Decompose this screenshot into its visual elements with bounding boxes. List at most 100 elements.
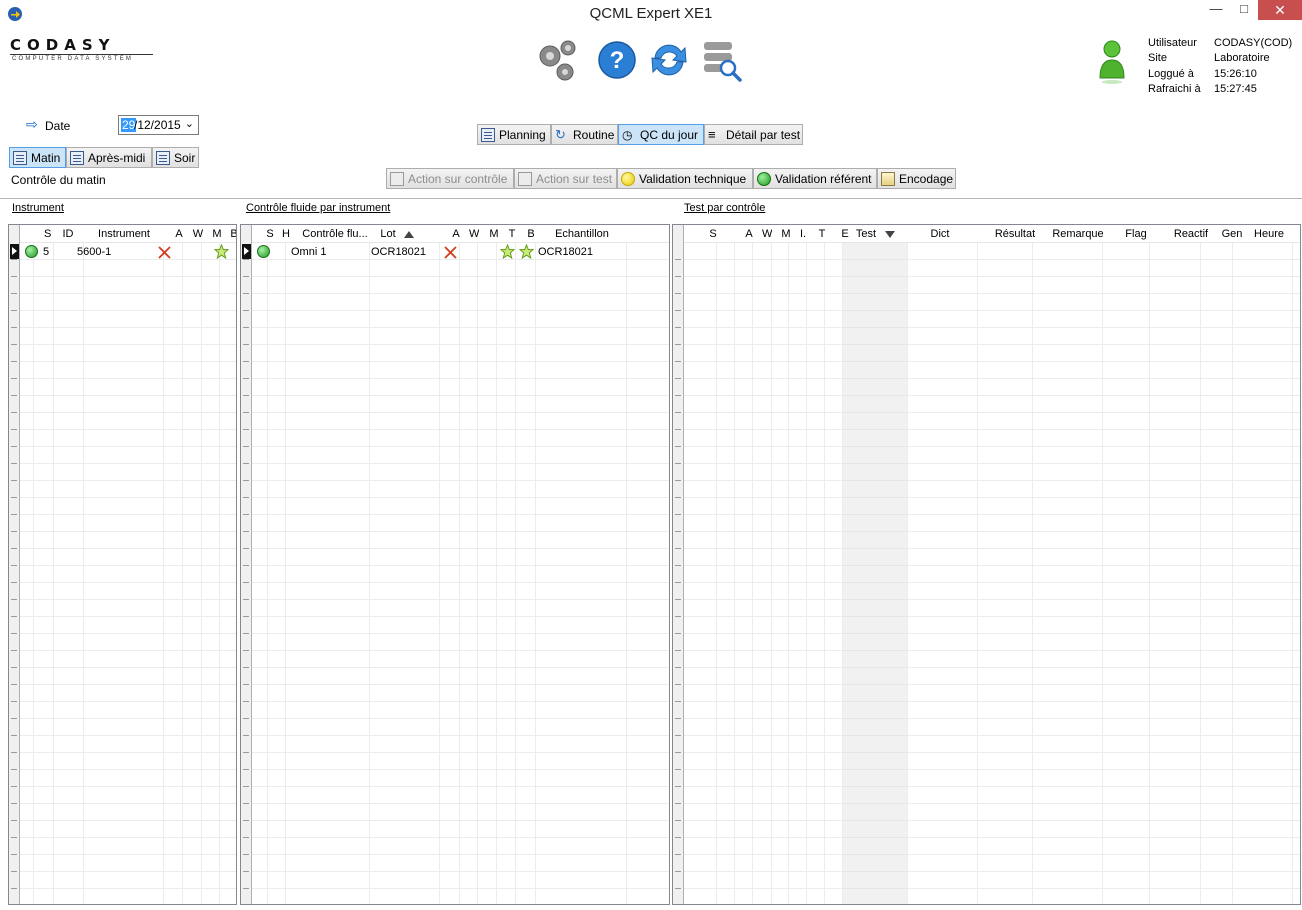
col-header-id[interactable]: ID bbox=[62, 228, 74, 240]
col-header-t[interactable]: T bbox=[817, 228, 827, 240]
col-header-sample[interactable]: Echantillon bbox=[546, 228, 618, 240]
edit-icon bbox=[881, 171, 895, 186]
col-header-gen[interactable]: Gen bbox=[1220, 228, 1244, 240]
row-gutter bbox=[9, 225, 20, 904]
col-header-a[interactable]: A bbox=[450, 228, 462, 240]
status-green-icon bbox=[257, 245, 270, 258]
tech-validation-label: Validation technique bbox=[639, 171, 747, 186]
action-control-button[interactable]: Action sur contrôle bbox=[386, 168, 514, 189]
star-icon bbox=[500, 244, 515, 259]
refresh-label: Rafraichi à bbox=[1148, 83, 1201, 95]
book-icon bbox=[518, 171, 532, 186]
sort-descending-icon[interactable] bbox=[885, 231, 895, 238]
minimize-button[interactable]: — bbox=[1202, 0, 1230, 20]
calendar-clock-icon bbox=[13, 150, 27, 165]
login-label: Loggué à bbox=[1148, 68, 1194, 80]
logo-subtitle: COMPUTER DATA SYSTEM bbox=[12, 56, 134, 62]
col-header-flag[interactable]: Flag bbox=[1114, 228, 1158, 240]
yellow-dot-icon bbox=[621, 171, 635, 186]
col-header-w[interactable]: W bbox=[469, 228, 479, 240]
col-header-h[interactable]: H bbox=[282, 228, 290, 240]
col-header-instrument[interactable]: Instrument bbox=[84, 228, 164, 240]
test-grid-body bbox=[684, 243, 1300, 904]
col-header-result[interactable]: Résultat bbox=[989, 228, 1041, 240]
logo-word: CODASY bbox=[10, 36, 116, 54]
col-header-lot[interactable]: Lot bbox=[378, 228, 398, 240]
col-header-w[interactable]: W bbox=[192, 228, 204, 240]
evening-button[interactable]: Soir bbox=[152, 147, 199, 168]
date-picker[interactable]: 29 /12/2015 ⌄ bbox=[118, 115, 199, 135]
maximize-button[interactable]: □ bbox=[1230, 0, 1258, 20]
tab-planning[interactable]: Planning bbox=[477, 124, 551, 145]
control-panel-title: Contrôle fluide par instrument bbox=[246, 202, 391, 214]
instrument-id: 5 bbox=[43, 246, 50, 258]
lot-number: OCR18021 bbox=[371, 246, 427, 258]
col-header-b[interactable]: B bbox=[228, 228, 236, 240]
col-header-b[interactable]: B bbox=[526, 228, 536, 240]
ref-validation-button[interactable]: Validation référent bbox=[753, 168, 877, 189]
col-header-m[interactable]: M bbox=[210, 228, 224, 240]
tab-routine[interactable]: ↻ Routine bbox=[551, 124, 618, 145]
date-arrow-icon: ⇨ bbox=[26, 116, 38, 132]
col-header-time[interactable]: Heure bbox=[1246, 228, 1292, 240]
tab-planning-label: Planning bbox=[499, 127, 546, 142]
col-header-m[interactable]: M bbox=[780, 228, 792, 240]
col-header-w[interactable]: W bbox=[762, 228, 772, 240]
user-status-icon bbox=[1099, 40, 1125, 84]
col-header-i[interactable]: I. bbox=[798, 228, 808, 240]
window-title: QCML Expert XE1 bbox=[589, 5, 713, 22]
calendar-clock-icon bbox=[70, 150, 84, 165]
instrument-grid[interactable]: S ID Instrument A W M B 5 5600-1 bbox=[8, 224, 237, 905]
encoding-label: Encodage bbox=[899, 171, 954, 186]
close-button[interactable]: ✕ bbox=[1258, 0, 1302, 20]
tab-detail-label: Détail par test bbox=[726, 127, 801, 142]
settings-gears-icon[interactable] bbox=[534, 36, 582, 84]
col-header-remark[interactable]: Remarque bbox=[1044, 228, 1112, 240]
col-header-control[interactable]: Contrôle flu... bbox=[300, 228, 370, 240]
col-header-e[interactable]: E bbox=[841, 228, 849, 240]
chevron-down-icon[interactable]: ⌄ bbox=[185, 117, 194, 130]
col-header-t[interactable]: T bbox=[507, 228, 517, 240]
morning-label: Matin bbox=[31, 150, 61, 165]
tech-validation-button[interactable]: Validation technique bbox=[617, 168, 753, 189]
x-icon bbox=[444, 246, 457, 259]
col-header-s[interactable]: S bbox=[265, 228, 275, 240]
x-icon bbox=[158, 246, 171, 259]
morning-button[interactable]: Matin bbox=[9, 147, 66, 168]
col-header-dict[interactable]: Dict bbox=[920, 228, 960, 240]
control-grid-header: S H Contrôle flu... Lot A W M T B Echant… bbox=[252, 225, 669, 243]
tab-detail-per-test[interactable]: ≡ Détail par test bbox=[704, 124, 803, 145]
encoding-button[interactable]: Encodage bbox=[877, 168, 956, 189]
col-header-reagent[interactable]: Reactif bbox=[1162, 228, 1220, 240]
action-test-label: Action sur test bbox=[536, 171, 613, 186]
current-row-marker bbox=[242, 244, 251, 259]
mode-label: Contrôle du matin bbox=[11, 173, 106, 187]
col-header-m[interactable]: M bbox=[488, 228, 500, 240]
control-grid[interactable]: S H Contrôle flu... Lot A W M T B Echant… bbox=[240, 224, 670, 905]
evening-label: Soir bbox=[174, 150, 196, 165]
instrument-panel-title: Instrument bbox=[12, 202, 64, 214]
site-label: Site bbox=[1148, 52, 1167, 64]
user-value: CODASY(COD) bbox=[1214, 37, 1293, 49]
row-gutter bbox=[241, 225, 252, 904]
refresh-icon[interactable] bbox=[645, 36, 693, 84]
calendar-clock-icon bbox=[156, 150, 170, 165]
search-database-icon[interactable] bbox=[698, 36, 746, 84]
tab-qc-today[interactable]: ◷ QC du jour bbox=[618, 124, 704, 145]
test-grid[interactable]: S A W M I. T E Test Dict Résultat Remarq… bbox=[672, 224, 1301, 905]
refresh-time: 15:27:45 bbox=[1214, 83, 1257, 95]
col-header-s[interactable]: S bbox=[708, 228, 718, 240]
action-test-button[interactable]: Action sur test bbox=[514, 168, 617, 189]
green-dot-icon bbox=[757, 171, 771, 186]
col-header-test[interactable]: Test bbox=[852, 228, 880, 240]
current-row-marker bbox=[10, 244, 19, 259]
sort-ascending-icon[interactable] bbox=[404, 231, 414, 238]
afternoon-label: Après-midi bbox=[88, 150, 146, 165]
afternoon-button[interactable]: Après-midi bbox=[66, 147, 152, 168]
help-icon[interactable]: ? bbox=[593, 36, 641, 84]
title-bar: QCML Expert XE1 — □ ✕ bbox=[0, 0, 1302, 28]
col-header-a[interactable]: A bbox=[744, 228, 754, 240]
star-icon bbox=[214, 244, 229, 259]
site-value: Laboratoire bbox=[1214, 52, 1270, 64]
col-header-a[interactable]: A bbox=[172, 228, 186, 240]
